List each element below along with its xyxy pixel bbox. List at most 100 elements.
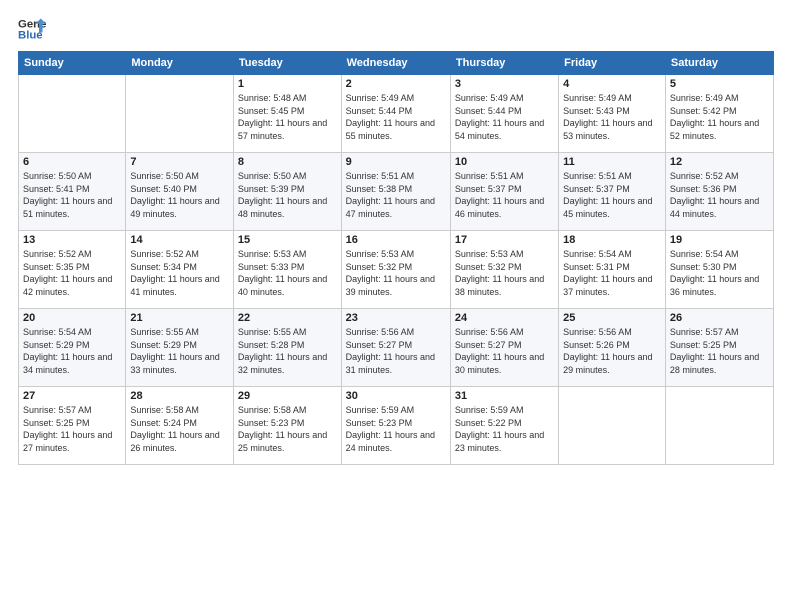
day-number: 30 [346,390,446,402]
calendar-day-cell: 7Sunrise: 5:50 AMSunset: 5:40 PMDaylight… [126,153,234,231]
calendar-day-cell: 11 Sunrise: 5:51 AMSunset: 5:37 PMDayligh… [559,153,666,231]
day-info: Sunrise: 5:56 AMSunset: 5:27 PMDaylight:… [455,326,554,376]
calendar-empty-cell [126,75,234,153]
svg-text:Blue: Blue [18,30,43,42]
calendar-day-cell: 29 Sunrise: 5:58 AMSunset: 5:23 PMDayligh… [233,387,341,465]
day-number: 22 [238,312,337,324]
calendar-day-cell: 15 Sunrise: 5:53 AMSunset: 5:33 PMDayligh… [233,231,341,309]
day-info: Sunrise: 5:57 AMSunset: 5:25 PMDaylight:… [670,326,769,376]
day-number: 17 [455,234,554,246]
day-info: Sunrise: 5:51 AMSunset: 5:37 PMDaylight:… [563,170,661,220]
calendar-day-cell: 25 Sunrise: 5:56 AMSunset: 5:26 PMDayligh… [559,309,666,387]
day-number: 6 [23,156,121,168]
calendar-day-cell: 13 Sunrise: 5:52 AMSunset: 5:35 PMDayligh… [19,231,126,309]
day-number: 14 [130,234,229,246]
day-number: 18 [563,234,661,246]
calendar-day-cell: 9 Sunrise: 5:51 AMSunset: 5:38 PMDaylight… [341,153,450,231]
weekday-header-thursday: Thursday [450,52,558,75]
weekday-header-wednesday: Wednesday [341,52,450,75]
day-number: 13 [23,234,121,246]
day-number: 24 [455,312,554,324]
day-info: Sunrise: 5:58 AMSunset: 5:24 PMDaylight:… [130,404,229,454]
day-number: 16 [346,234,446,246]
day-number: 10 [455,156,554,168]
calendar-day-cell: 16 Sunrise: 5:53 AMSunset: 5:32 PMDayligh… [341,231,450,309]
day-number: 11 [563,156,661,168]
calendar-week-row: 20 Sunrise: 5:54 AMSunset: 5:29 PMDayligh… [19,309,774,387]
calendar-week-row: 6 Sunrise: 5:50 AMSunset: 5:41 PMDaylight… [19,153,774,231]
calendar-day-cell: 30 Sunrise: 5:59 AMSunset: 5:23 PMDayligh… [341,387,450,465]
day-info: Sunrise: 5:52 AMSunset: 5:35 PMDaylight:… [23,248,121,298]
day-info: Sunrise: 5:56 AMSunset: 5:27 PMDaylight:… [346,326,446,376]
calendar-day-cell: 2 Sunrise: 5:49 AMSunset: 5:44 PMDaylight… [341,75,450,153]
weekday-header-monday: Monday [126,52,234,75]
day-info: Sunrise: 5:54 AMSunset: 5:31 PMDaylight:… [563,248,661,298]
day-info: Sunrise: 5:49 AMSunset: 5:44 PMDaylight:… [346,92,446,142]
day-info: Sunrise: 5:59 AMSunset: 5:23 PMDaylight:… [346,404,446,454]
day-info: Sunrise: 5:49 AMSunset: 5:43 PMDaylight:… [563,92,661,142]
day-number: 2 [346,78,446,90]
calendar-day-cell: 14 Sunrise: 5:52 AMSunset: 5:34 PMDayligh… [126,231,234,309]
day-number: 27 [23,390,121,402]
day-info: Sunrise: 5:57 AMSunset: 5:25 PMDaylight:… [23,404,121,454]
day-info: Sunrise: 5:53 AMSunset: 5:32 PMDaylight:… [346,248,446,298]
day-info: Sunrise: 5:49 AMSunset: 5:44 PMDaylight:… [455,92,554,142]
calendar-day-cell: 18 Sunrise: 5:54 AMSunset: 5:31 PMDayligh… [559,231,666,309]
day-info: Sunrise: 5:50 AMSunset: 5:40 PMDaylight:… [130,170,229,220]
calendar-day-cell: 26 Sunrise: 5:57 AMSunset: 5:25 PMDayligh… [665,309,773,387]
day-number: 15 [238,234,337,246]
weekday-header-friday: Friday [559,52,666,75]
day-number: 28 [130,390,229,402]
calendar-day-cell: 28 Sunrise: 5:58 AMSunset: 5:24 PMDayligh… [126,387,234,465]
day-info: Sunrise: 5:51 AMSunset: 5:38 PMDaylight:… [346,170,446,220]
day-number: 26 [670,312,769,324]
day-info: Sunrise: 5:51 AMSunset: 5:37 PMDaylight:… [455,170,554,220]
day-number: 25 [563,312,661,324]
day-number: 12 [670,156,769,168]
day-info: Sunrise: 5:48 AMSunset: 5:45 PMDaylight:… [238,92,337,142]
calendar-day-cell: 8Sunrise: 5:50 AMSunset: 5:39 PMDaylight… [233,153,341,231]
calendar-day-cell: 4 Sunrise: 5:49 AMSunset: 5:43 PMDaylight… [559,75,666,153]
calendar-week-row: 1 Sunrise: 5:48 AMSunset: 5:45 PMDaylight… [19,75,774,153]
header: General Blue [18,15,774,43]
day-info: Sunrise: 5:55 AMSunset: 5:29 PMDaylight:… [130,326,229,376]
day-info: Sunrise: 5:52 AMSunset: 5:36 PMDaylight:… [670,170,769,220]
calendar-day-cell: 21Sunrise: 5:55 AMSunset: 5:29 PMDayligh… [126,309,234,387]
generalblue-logo-icon: General Blue [18,15,46,43]
page: General Blue SundayMondayTuesdayWednesda… [0,0,792,612]
day-info: Sunrise: 5:49 AMSunset: 5:42 PMDaylight:… [670,92,769,142]
day-info: Sunrise: 5:53 AMSunset: 5:33 PMDaylight:… [238,248,337,298]
calendar-week-row: 13 Sunrise: 5:52 AMSunset: 5:35 PMDayligh… [19,231,774,309]
day-number: 31 [455,390,554,402]
calendar-week-row: 27 Sunrise: 5:57 AMSunset: 5:25 PMDayligh… [19,387,774,465]
day-info: Sunrise: 5:59 AMSunset: 5:22 PMDaylight:… [455,404,554,454]
calendar-day-cell: 5Sunrise: 5:49 AMSunset: 5:42 PMDaylight… [665,75,773,153]
calendar-day-cell: 27 Sunrise: 5:57 AMSunset: 5:25 PMDayligh… [19,387,126,465]
day-number: 1 [238,78,337,90]
day-info: Sunrise: 5:53 AMSunset: 5:32 PMDaylight:… [455,248,554,298]
day-info: Sunrise: 5:50 AMSunset: 5:39 PMDaylight:… [238,170,337,220]
day-number: 23 [346,312,446,324]
calendar-header-row: SundayMondayTuesdayWednesdayThursdayFrid… [19,52,774,75]
day-info: Sunrise: 5:56 AMSunset: 5:26 PMDaylight:… [563,326,661,376]
day-number: 9 [346,156,446,168]
day-number: 29 [238,390,337,402]
weekday-header-tuesday: Tuesday [233,52,341,75]
day-number: 4 [563,78,661,90]
calendar-day-cell: 12 Sunrise: 5:52 AMSunset: 5:36 PMDayligh… [665,153,773,231]
day-info: Sunrise: 5:52 AMSunset: 5:34 PMDaylight:… [130,248,229,298]
day-info: Sunrise: 5:50 AMSunset: 5:41 PMDaylight:… [23,170,121,220]
calendar-table: SundayMondayTuesdayWednesdayThursdayFrid… [18,51,774,465]
calendar-day-cell: 1 Sunrise: 5:48 AMSunset: 5:45 PMDaylight… [233,75,341,153]
calendar-day-cell: 6 Sunrise: 5:50 AMSunset: 5:41 PMDaylight… [19,153,126,231]
calendar-day-cell: 23 Sunrise: 5:56 AMSunset: 5:27 PMDayligh… [341,309,450,387]
weekday-header-sunday: Sunday [19,52,126,75]
calendar-day-cell: 24 Sunrise: 5:56 AMSunset: 5:27 PMDayligh… [450,309,558,387]
calendar-empty-cell [665,387,773,465]
calendar-day-cell: 19Sunrise: 5:54 AMSunset: 5:30 PMDayligh… [665,231,773,309]
day-number: 20 [23,312,121,324]
logo: General Blue [18,15,46,43]
day-info: Sunrise: 5:54 AMSunset: 5:29 PMDaylight:… [23,326,121,376]
calendar-day-cell: 20 Sunrise: 5:54 AMSunset: 5:29 PMDayligh… [19,309,126,387]
day-info: Sunrise: 5:58 AMSunset: 5:23 PMDaylight:… [238,404,337,454]
